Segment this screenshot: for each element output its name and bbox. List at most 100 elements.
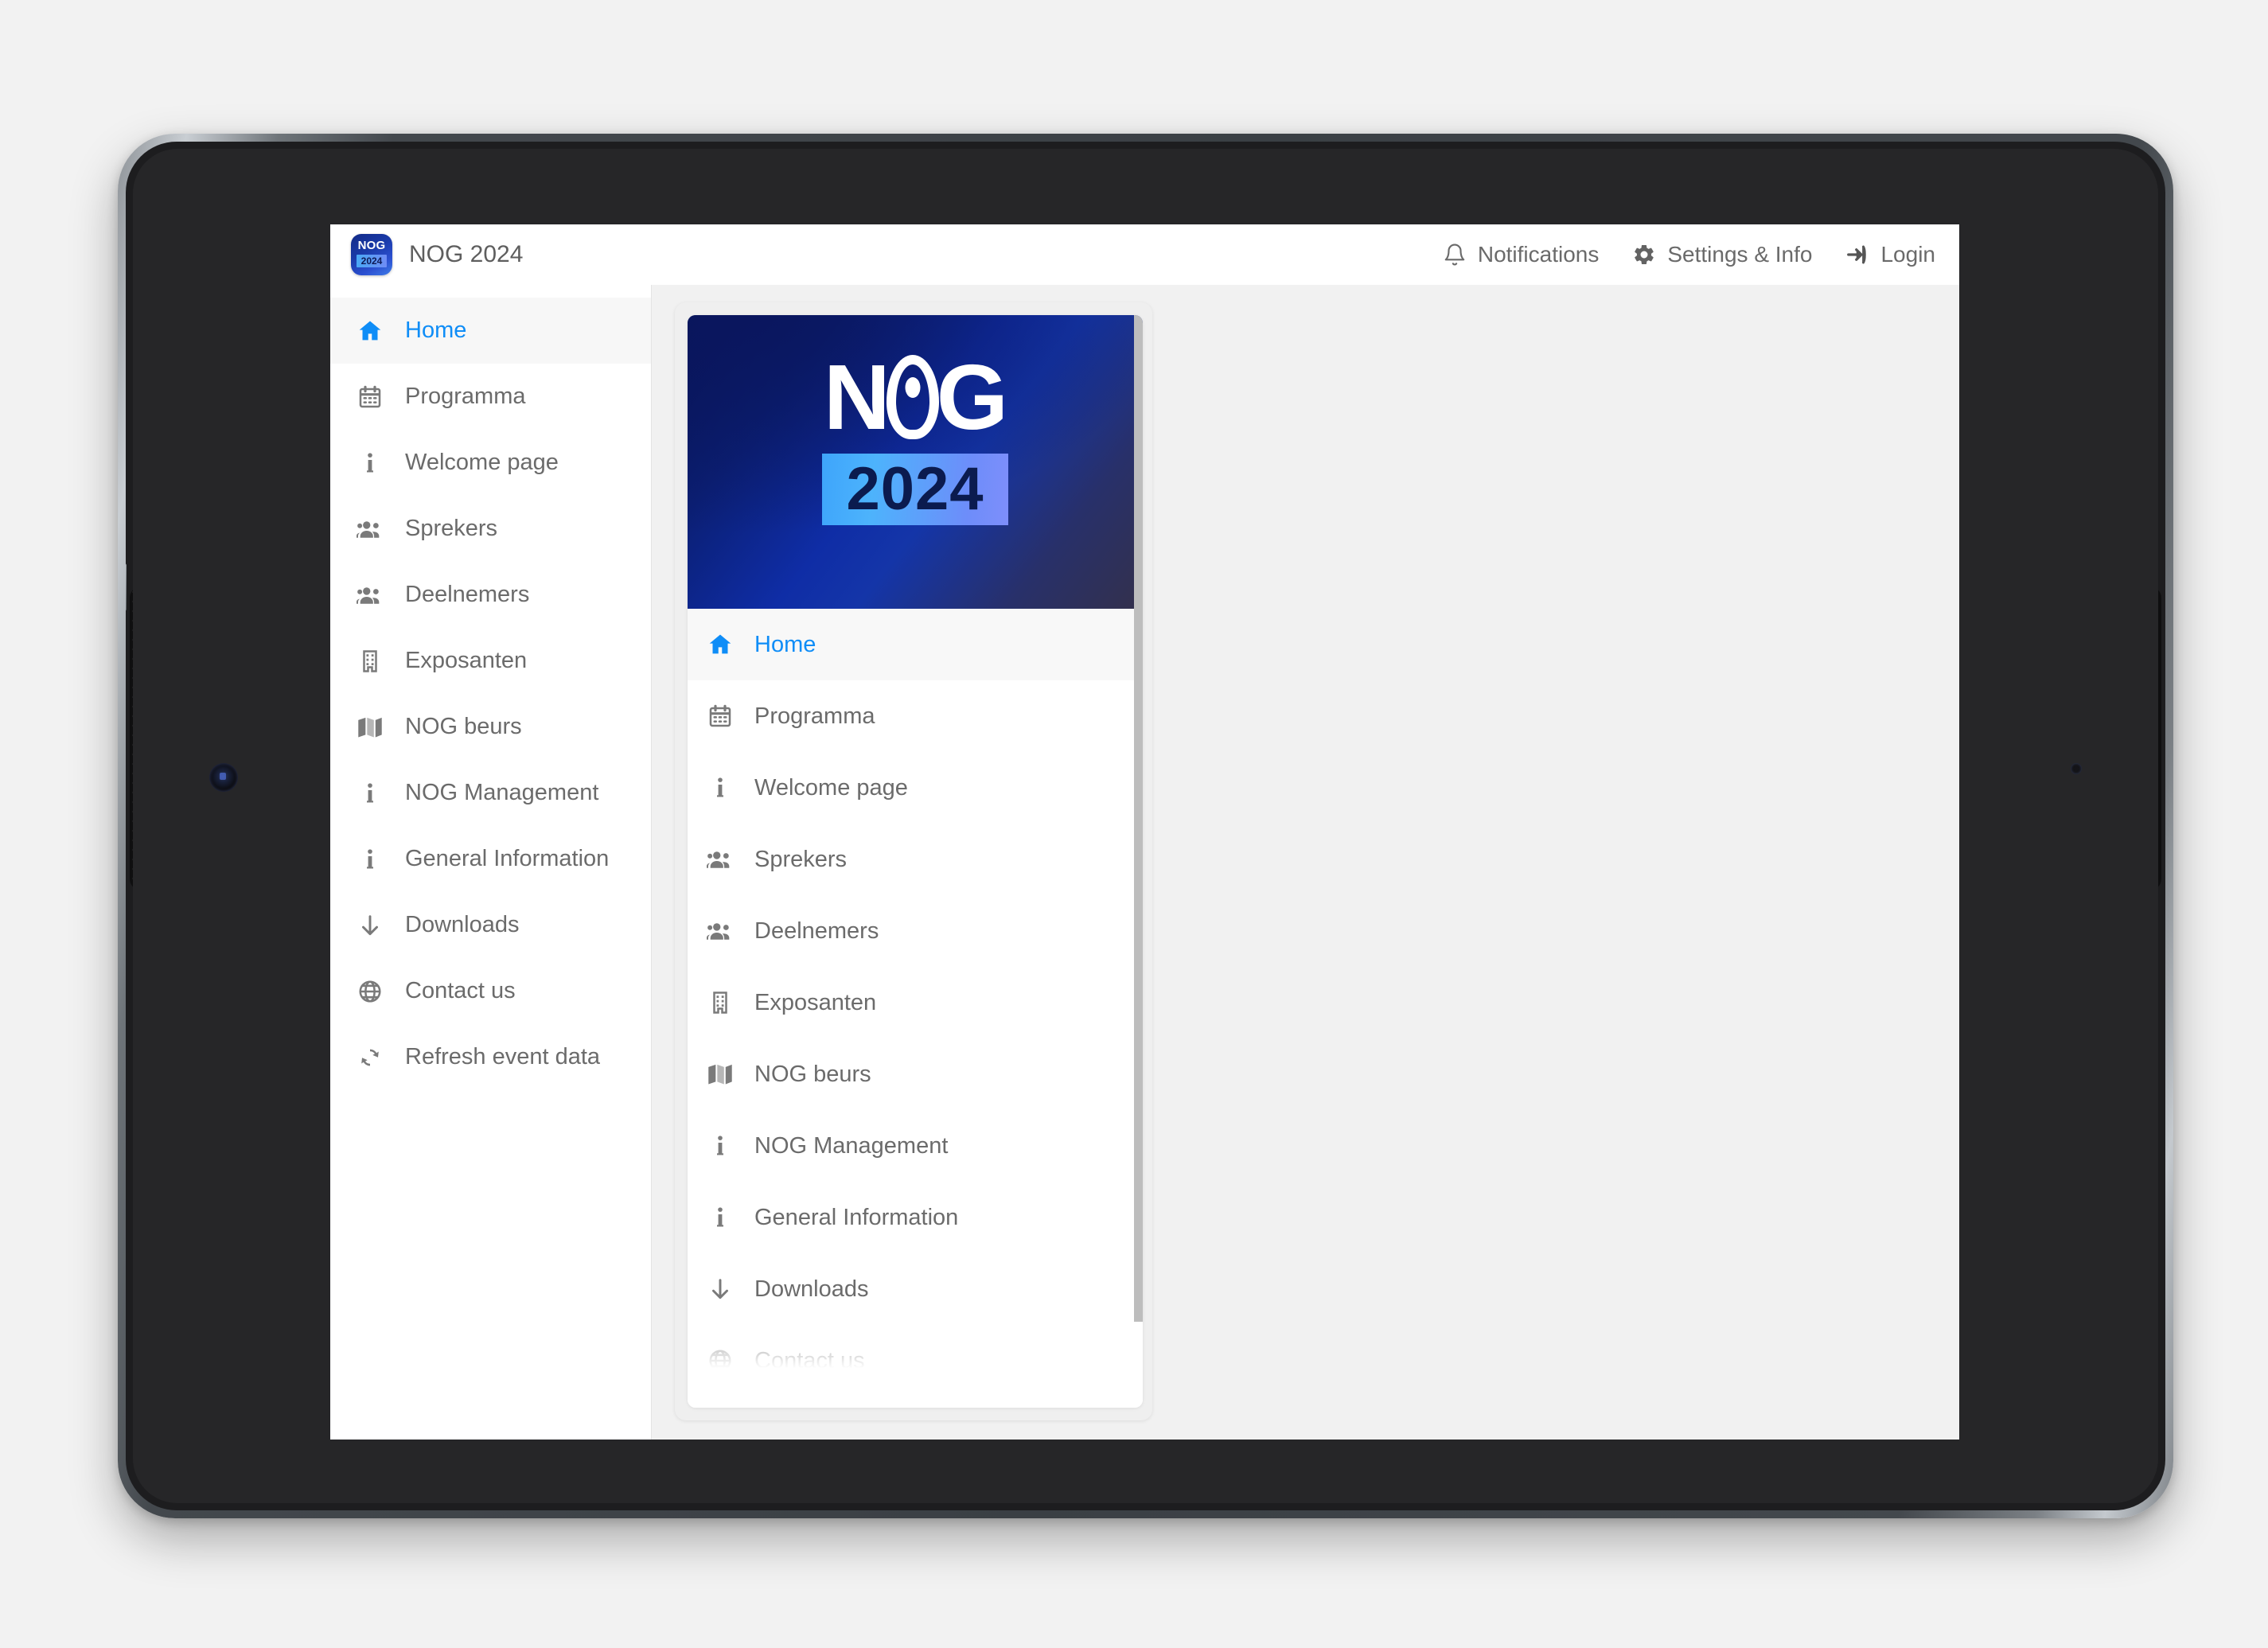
- sidebar-item-programma[interactable]: Programma: [330, 364, 651, 430]
- tablet-device-frame: NOG 2024 NOG 2024 Notifications Settings…: [118, 134, 2173, 1518]
- panel-label-deelnemers: Deelnemers: [754, 918, 879, 944]
- scroll-shell: N G 2024 Home Programma Welcome page Spr…: [688, 315, 1143, 1408]
- app-logo-year-text: 2024: [357, 255, 387, 267]
- panel-label-general-information: General Information: [754, 1204, 959, 1230]
- hero-logo-letter-n: N: [823, 345, 890, 449]
- building-icon: [356, 649, 384, 673]
- calendar-icon: [356, 384, 384, 410]
- info-icon: [356, 847, 384, 872]
- people-icon: [707, 918, 734, 945]
- bell-icon: [1443, 243, 1467, 267]
- download-icon: [707, 1276, 734, 1302]
- app-logo-nog-text: NOG: [357, 239, 386, 252]
- map-icon: [707, 1061, 734, 1088]
- sidebar-item-home[interactable]: Home: [330, 298, 651, 364]
- sidebar-label-sprekers: Sprekers: [405, 516, 498, 541]
- panel-label-nog-management: NOG Management: [754, 1132, 949, 1159]
- sidebar-item-welcome-page[interactable]: Welcome page: [330, 430, 651, 496]
- sidebar-item-downloads[interactable]: Downloads: [330, 892, 651, 958]
- notifications-label: Notifications: [1477, 242, 1600, 267]
- calendar-icon: [707, 703, 734, 729]
- settings-info-button[interactable]: Settings & Info: [1632, 242, 1812, 267]
- sidebar-item-general-information[interactable]: General Information: [330, 826, 651, 892]
- panel-item-exposanten[interactable]: Exposanten: [688, 967, 1143, 1038]
- panel-label-contact-us: Contact us: [754, 1347, 865, 1373]
- sidebar-label-nog-beurs: NOG beurs: [405, 714, 522, 739]
- globe-icon: [707, 1348, 734, 1373]
- panel-label-downloads: Downloads: [754, 1276, 869, 1302]
- volume-button[interactable]: [126, 563, 127, 611]
- people-icon: [356, 582, 384, 609]
- building-icon: [707, 991, 734, 1015]
- panel-item-welcome-page[interactable]: Welcome page: [688, 752, 1143, 824]
- sidebar-item-contact-us[interactable]: Contact us: [330, 958, 651, 1024]
- people-icon: [707, 846, 734, 873]
- panel-label-sprekers: Sprekers: [754, 846, 848, 872]
- info-icon: [707, 1133, 734, 1159]
- info-icon: [356, 781, 384, 806]
- hero-banner-image: N G 2024: [688, 315, 1143, 609]
- panel-scrollbar-thumb[interactable]: [1134, 315, 1143, 1322]
- sidebar-label-exposanten: Exposanten: [405, 648, 528, 673]
- tablet-bezel: NOG 2024 NOG 2024 Notifications Settings…: [126, 142, 2165, 1510]
- info-icon: [707, 775, 734, 801]
- sidebar-item-nog-management[interactable]: NOG Management: [330, 760, 651, 826]
- panel-item-programma[interactable]: Programma: [688, 680, 1143, 752]
- app-viewport: NOG 2024 NOG 2024 Notifications Settings…: [330, 224, 1959, 1440]
- panel-menu-list: Home Programma Welcome page Sprekers Dee…: [688, 609, 1143, 1397]
- panel-item-nog-management[interactable]: NOG Management: [688, 1110, 1143, 1182]
- panel-item-sprekers[interactable]: Sprekers: [688, 824, 1143, 895]
- hero-logo-wordmark: N G: [822, 345, 1008, 449]
- panel-label-programma: Programma: [754, 703, 875, 729]
- hero-year-badge: 2024: [822, 454, 1008, 526]
- login-arrow-icon: [1845, 243, 1869, 267]
- sidebar-item-refresh-event-data[interactable]: Refresh event data: [330, 1024, 651, 1090]
- sidebar-item-deelnemers[interactable]: Deelnemers: [330, 562, 651, 628]
- sidebar-label-home: Home: [405, 318, 467, 343]
- login-label: Login: [1880, 242, 1935, 267]
- front-camera-lens: [209, 763, 238, 792]
- app-title: NOG 2024: [409, 241, 524, 267]
- panel-scrollbar[interactable]: [1134, 315, 1143, 1408]
- download-icon: [356, 913, 384, 938]
- sidebar-item-nog-beurs[interactable]: NOG beurs: [330, 694, 651, 760]
- info-icon: [356, 450, 384, 476]
- panel-label-home: Home: [754, 631, 816, 657]
- panel-item-downloads[interactable]: Downloads: [688, 1253, 1143, 1325]
- hero-logo-letter-g: G: [936, 345, 1008, 449]
- settings-info-label: Settings & Info: [1667, 242, 1813, 267]
- sidebar-label-refresh-event-data: Refresh event data: [405, 1044, 601, 1069]
- scrollable-content: N G 2024 Home Programma Welcome page Spr…: [688, 315, 1143, 1408]
- sidebar-nav: Home Programma Welcome page Sprekers Dee…: [330, 285, 652, 1440]
- login-button[interactable]: Login: [1845, 242, 1935, 267]
- hero-logo: N G 2024: [822, 345, 1008, 526]
- sidebar-label-downloads: Downloads: [405, 912, 520, 937]
- map-icon: [356, 714, 384, 741]
- panel-label-exposanten: Exposanten: [754, 989, 877, 1015]
- gear-icon: [1632, 243, 1656, 267]
- panel-item-deelnemers[interactable]: Deelnemers: [688, 895, 1143, 967]
- sidebar-label-welcome-page: Welcome page: [405, 450, 559, 475]
- panel-item-nog-beurs[interactable]: NOG beurs: [688, 1038, 1143, 1110]
- sidebar-label-general-information: General Information: [405, 846, 610, 871]
- sidebar-item-exposanten[interactable]: Exposanten: [330, 628, 651, 694]
- panel-item-general-information[interactable]: General Information: [688, 1182, 1143, 1253]
- home-icon: [707, 631, 734, 658]
- notifications-button[interactable]: Notifications: [1443, 242, 1600, 267]
- home-icon: [356, 318, 384, 345]
- panel-item-contact-us[interactable]: Contact us: [688, 1325, 1143, 1397]
- panel-item-home[interactable]: Home: [688, 609, 1143, 680]
- sidebar-item-sprekers[interactable]: Sprekers: [330, 496, 651, 562]
- hero-logo-eye-icon: [886, 355, 939, 440]
- header-actions: Notifications Settings & Info Login: [1443, 242, 1939, 267]
- app-logo-icon: NOG 2024: [351, 234, 392, 275]
- content-card: N G 2024 Home Programma Welcome page Spr…: [675, 302, 1152, 1420]
- sensor-dot: [2071, 763, 2082, 774]
- app-header: NOG 2024 NOG 2024 Notifications Settings…: [330, 224, 1959, 285]
- info-icon: [707, 1205, 734, 1230]
- brand: NOG 2024 NOG 2024: [351, 234, 523, 275]
- panel-label-nog-beurs: NOG beurs: [754, 1061, 871, 1087]
- sidebar-label-contact-us: Contact us: [405, 978, 516, 1003]
- app-body: Home Programma Welcome page Sprekers Dee…: [330, 285, 1959, 1440]
- refresh-icon: [356, 1045, 384, 1070]
